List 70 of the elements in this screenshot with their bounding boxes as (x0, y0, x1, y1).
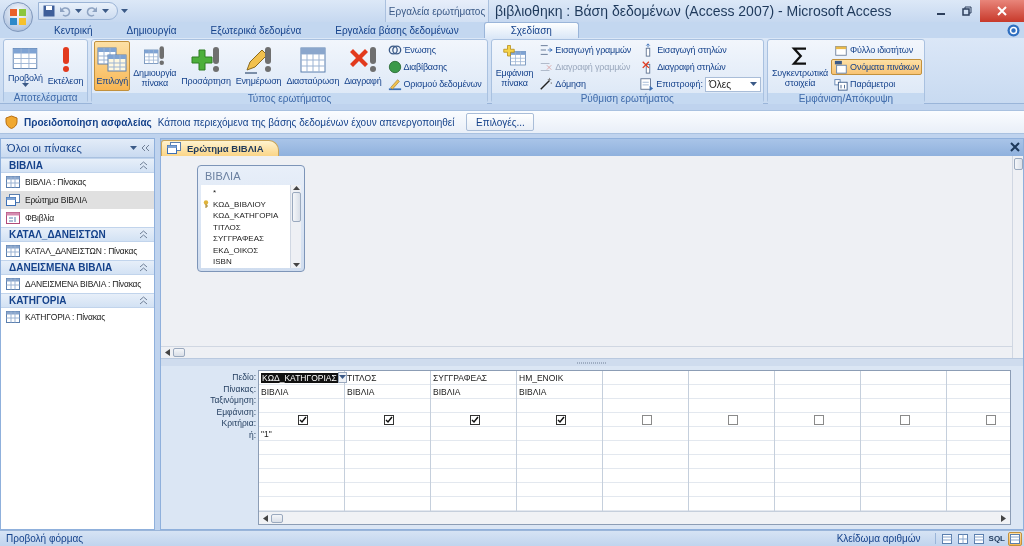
table-field-list[interactable]: ΒΙΒΛΙΑ * ΚΩΔ_ΒΙΒΛΙΟΥ ΚΩΔ_ΚΑΤΗΓΟΡΙΑ ΤΙΤΛΟΣ ΣΥΓΓΡΑΦΕΑΣ ΕΚΔ_ΟΙΚΟΣ ISBN (197, 164, 305, 272)
ribbon-button[interactable]: Συγκεντρωτικά στοιχεία (769, 41, 831, 91)
status-text: Προβολή φόρμας (6, 533, 84, 544)
ribbon-tab[interactable]: Εξωτερικά δεδομένα (193, 22, 319, 38)
field-cell[interactable]: ΣΥΓΓΡΑΦΕΑΣ (433, 372, 488, 383)
navigation-pane-header[interactable]: Όλοι οι πίνακες (1, 139, 154, 158)
table-cell[interactable]: ΒΙΒΛΙΑ (519, 386, 547, 397)
ribbon-tab[interactable]: Σχεδίαση (483, 22, 579, 38)
ribbon-button[interactable]: Διαβίβασης (384, 59, 485, 75)
ribbon-button[interactable]: Ένωσης (384, 42, 485, 58)
field-name[interactable]: ΕΚΔ_ΟΙΚΟΣ (201, 244, 290, 256)
row-label: Ταξινόμηση: (210, 395, 256, 407)
ribbon-button[interactable]: Προσάρτηση (179, 41, 233, 91)
ribbon-button[interactable]: Δημιουργία πίνακα (131, 41, 179, 91)
row-label: Εμφάνιση: (216, 406, 256, 418)
ribbon-button[interactable]: Δόμηση (536, 76, 635, 92)
table-title: ΒΙΒΛΙΑ (204, 168, 242, 184)
ribbon-button[interactable]: Εμφάνιση πίνακα (493, 41, 536, 91)
document-tab[interactable]: Ερώτημα ΒΙΒΛΙΑ (161, 139, 279, 156)
field-cell[interactable]: ΤΙΤΛΟΣ (347, 372, 377, 383)
navigation-group-header[interactable]: ΔΑΝΕΙΣΜΕΝΑ ΒΙΒΛΙΑ (1, 260, 154, 275)
navigation-group-header[interactable]: ΚΑΤΑΛ_ΔΑΝΕΙΣΤΩΝ (1, 227, 154, 242)
criteria-cell[interactable]: "1" (261, 428, 272, 439)
options-button[interactable]: Επιλογές... (466, 113, 535, 131)
return-dropdown[interactable]: Όλες (704, 76, 761, 92)
group-label: Εμφάνιση/Απόκρυψη (767, 93, 924, 104)
table-cell[interactable]: ΒΙΒΛΙΑ (347, 386, 375, 397)
ribbon-button[interactable]: Επιλογή (94, 41, 131, 91)
ribbon-button[interactable]: Διασταύρωση (284, 41, 342, 91)
field-name[interactable]: * (201, 186, 290, 199)
ribbon-button[interactable]: Φύλλο ιδιοτήτων (831, 42, 922, 58)
field-name[interactable]: ΣΥΓΓΡΑΦΕΑΣ (201, 232, 290, 245)
ribbon-tab[interactable]: Εργαλεία βάσης δεδομένων (318, 22, 476, 38)
ribbon-button[interactable]: Παράμετροι (831, 76, 922, 92)
field-name[interactable]: ISBN (201, 255, 290, 268)
ribbon-button[interactable]: Διαγραφή στηλών (638, 59, 761, 75)
row-label: Πεδίο: (232, 372, 256, 384)
navigation-group-header[interactable]: ΚΑΤΗΓΟΡΙΑ (1, 293, 154, 308)
ribbon-button[interactable]: Εισαγωγή στηλών (638, 42, 761, 58)
view-button[interactable]: SQL (987, 531, 1006, 546)
table-cell[interactable]: ΒΙΒΛΙΑ (433, 386, 461, 397)
field-cell[interactable]: ΗΜ_ΕΝΟΙΚ (519, 372, 564, 383)
field-name[interactable]: ΚΩΔ_ΒΙΒΛΙΟΥ (201, 198, 290, 210)
security-warning-message: Κάποια περιεχόμενα της βάσης δεδομένων έχουν απενεργοποιηθεί (157, 116, 455, 128)
ribbon-button[interactable]: Διαγραφή (342, 41, 384, 91)
ribbon-button[interactable]: Προβολή (6, 41, 45, 91)
group-label: Ρύθμιση ερωτήματος (491, 93, 763, 104)
ribbon-tab[interactable]: Κεντρική (37, 22, 110, 38)
field-name[interactable]: ΚΩΔ_ΚΑΤΗΓΟΡΙΑ (201, 209, 290, 222)
table-cell[interactable]: ΒΙΒΛΙΑ (261, 386, 289, 397)
window-title: βιβλιοθηκη : Βάση δεδομένων (Access 2007) - Microsoft Access (494, 2, 893, 21)
ribbon-button[interactable]: Ονόματα πινάκων (831, 59, 922, 75)
group-label: Τύπος ερωτήματος (92, 93, 487, 104)
ribbon-tab[interactable]: Δημιουργία (109, 22, 194, 38)
ribbon-button[interactable]: Εκτέλεση (45, 41, 86, 91)
contextual-tab-label: Εργαλεία ερωτήματος (385, 0, 489, 22)
return-label: Επιστροφή: (656, 79, 703, 89)
row-label: Πίνακας: (223, 383, 256, 395)
ribbon-button[interactable]: Εισαγωγή γραμμών (536, 42, 635, 58)
navigation-item[interactable]: Ερώτημα ΒΙΒΛΙΑ (1, 191, 154, 209)
ribbon-button[interactable]: Ορισμού δεδομένων (384, 76, 485, 92)
group-label: Αποτελέσματα (4, 92, 88, 103)
ribbon-button[interactable]: Ενημέρωση (233, 41, 284, 91)
num-lock-indicator: Κλείδωμα αριθμών (836, 533, 936, 544)
security-warning-title: Προειδοποίηση ασφαλείας (24, 116, 152, 128)
field-name[interactable]: ΤΙΤΛΟΣ (201, 221, 290, 233)
row-label: ή: (248, 429, 256, 441)
field-cell[interactable]: ΚΩΔ_ΚΑΤΗΓΟΡΙΑΣ (261, 372, 338, 383)
navigation-group-header[interactable]: ΒΙΒΛΙΑ (1, 158, 154, 173)
row-label: Κριτήρια: (221, 418, 256, 430)
